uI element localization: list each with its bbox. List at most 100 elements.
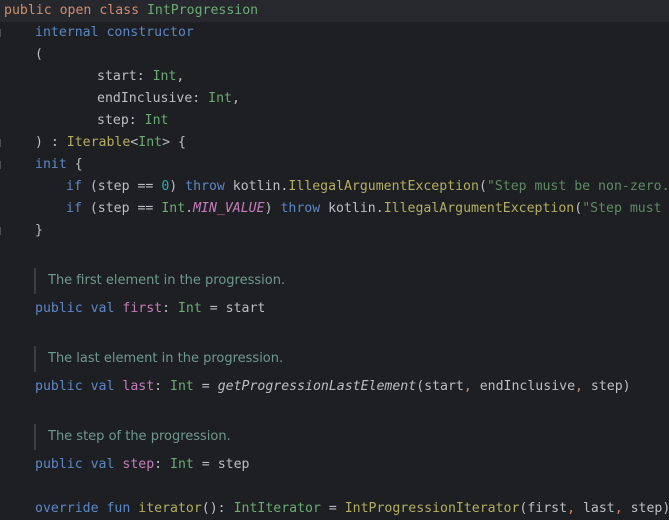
keyword: val: [90, 301, 115, 316]
string: "Step must be: [582, 201, 662, 216]
code-line[interactable]: public val last: Int = getProgressionLas…: [0, 376, 669, 398]
identifier: first: [527, 501, 568, 516]
comma: ,: [463, 379, 480, 394]
paren: (: [35, 47, 43, 62]
paren: ): [169, 179, 186, 194]
code-line[interactable]: public open class IntProgression: [0, 0, 669, 22]
param-name: start: [97, 69, 137, 84]
keyword: if: [66, 179, 82, 194]
type: Int: [208, 91, 232, 106]
param-name: endInclusive: [97, 91, 193, 106]
type: Int: [152, 69, 177, 84]
code-line[interactable]: public val step: Int = step: [0, 454, 669, 476]
kdoc-comment: The last element in the progression.: [34, 346, 283, 372]
identifier: step: [590, 379, 623, 394]
comma: ,: [176, 69, 185, 84]
code-line[interactable]: if (step == Int.MIN_VALUE) throw kotlin.…: [0, 198, 669, 220]
operator: ==: [129, 179, 162, 194]
type: Int: [170, 457, 194, 472]
keyword: val: [90, 457, 115, 472]
class-name: IntProgressionIterator: [344, 501, 520, 516]
code-line[interactable]: start: Int,: [0, 66, 669, 88]
keyword: internal: [35, 25, 99, 40]
keyword: class: [99, 3, 140, 18]
paren: ():: [201, 501, 234, 516]
property-name: last: [122, 379, 155, 394]
package: kotlin.: [224, 179, 289, 194]
paren: ) :: [35, 135, 67, 150]
constant: MIN_VALUE: [193, 201, 265, 216]
function-name: iterator: [138, 501, 202, 516]
paren: (: [416, 379, 425, 394]
sep: :: [154, 379, 171, 394]
code-line[interactable]: internal constructor: [0, 22, 669, 44]
operator: =: [193, 379, 218, 394]
type: IntIterator: [233, 501, 321, 516]
sep: :: [154, 457, 171, 472]
type: Int: [138, 135, 163, 150]
code-line[interactable]: public val first: Int = start: [0, 298, 669, 320]
sep: :: [128, 113, 145, 128]
code-line[interactable]: step: Int: [0, 110, 669, 132]
kdoc-comment: The first element in the progression.: [34, 268, 285, 294]
code-line[interactable]: override fun iterator(): IntIterator = I…: [0, 498, 669, 520]
code-line[interactable]: ) : Iterable<Int> {: [0, 132, 669, 154]
identifier: step: [97, 201, 130, 216]
code-line[interactable]: init {: [0, 154, 669, 176]
operator: =: [193, 457, 218, 472]
code-line[interactable]: }: [0, 220, 669, 242]
identifier: step: [97, 179, 130, 194]
keyword: open: [59, 3, 92, 18]
type: Int: [161, 201, 186, 216]
code-line[interactable]: if (step == 0) throw kotlin.IllegalArgum…: [0, 176, 669, 198]
dot: .: [185, 201, 194, 216]
identifier: step: [630, 501, 663, 516]
type: Iterable: [66, 135, 131, 150]
keyword: val: [90, 379, 115, 394]
brace: }: [35, 223, 43, 238]
keyword: public: [35, 379, 83, 394]
fold-marker-icon[interactable]: [0, 227, 5, 235]
sep: :: [192, 91, 209, 106]
keyword: constructor: [106, 25, 194, 40]
paren: ): [662, 501, 669, 516]
paren: (: [81, 201, 98, 216]
type: Int: [177, 301, 202, 316]
comma: ,: [232, 91, 240, 106]
class-name: IllegalArgumentException: [383, 201, 575, 216]
keyword: throw: [185, 179, 225, 194]
identifier: last: [582, 501, 615, 516]
operator: =: [201, 301, 226, 316]
package: kotlin.: [320, 201, 384, 216]
keyword: fun: [106, 501, 131, 516]
fold-marker-icon[interactable]: [0, 161, 5, 169]
fold-marker-icon[interactable]: [0, 139, 5, 147]
fold-marker-icon[interactable]: [0, 29, 5, 37]
identifier: step: [217, 457, 250, 472]
operator: =: [320, 501, 345, 516]
code-editor[interactable]: public open class IntProgression interna…: [0, 0, 669, 520]
class-name: IntProgression: [146, 3, 259, 18]
brace: {: [66, 157, 83, 172]
keyword: public: [35, 301, 83, 316]
paren: (: [478, 179, 487, 194]
type: Int: [170, 379, 194, 394]
keyword: throw: [280, 201, 321, 216]
paren: (: [574, 201, 583, 216]
sep: > {: [162, 135, 186, 150]
comma: ,: [567, 501, 583, 516]
comma: ,: [575, 379, 591, 394]
code-line[interactable]: endInclusive: Int,: [0, 88, 669, 110]
identifier: endInclusive: [479, 379, 576, 394]
keyword: init: [35, 157, 67, 172]
keyword: override: [35, 501, 99, 516]
paren: ): [622, 379, 631, 394]
property-name: first: [122, 301, 163, 316]
string: "Step must be non-zero."): [486, 179, 669, 194]
keyword: public: [4, 3, 52, 18]
keyword: public: [35, 457, 83, 472]
identifier: start: [424, 379, 464, 394]
operator: ==: [129, 201, 162, 216]
comma: ,: [614, 501, 631, 516]
code-line[interactable]: (: [0, 44, 669, 66]
